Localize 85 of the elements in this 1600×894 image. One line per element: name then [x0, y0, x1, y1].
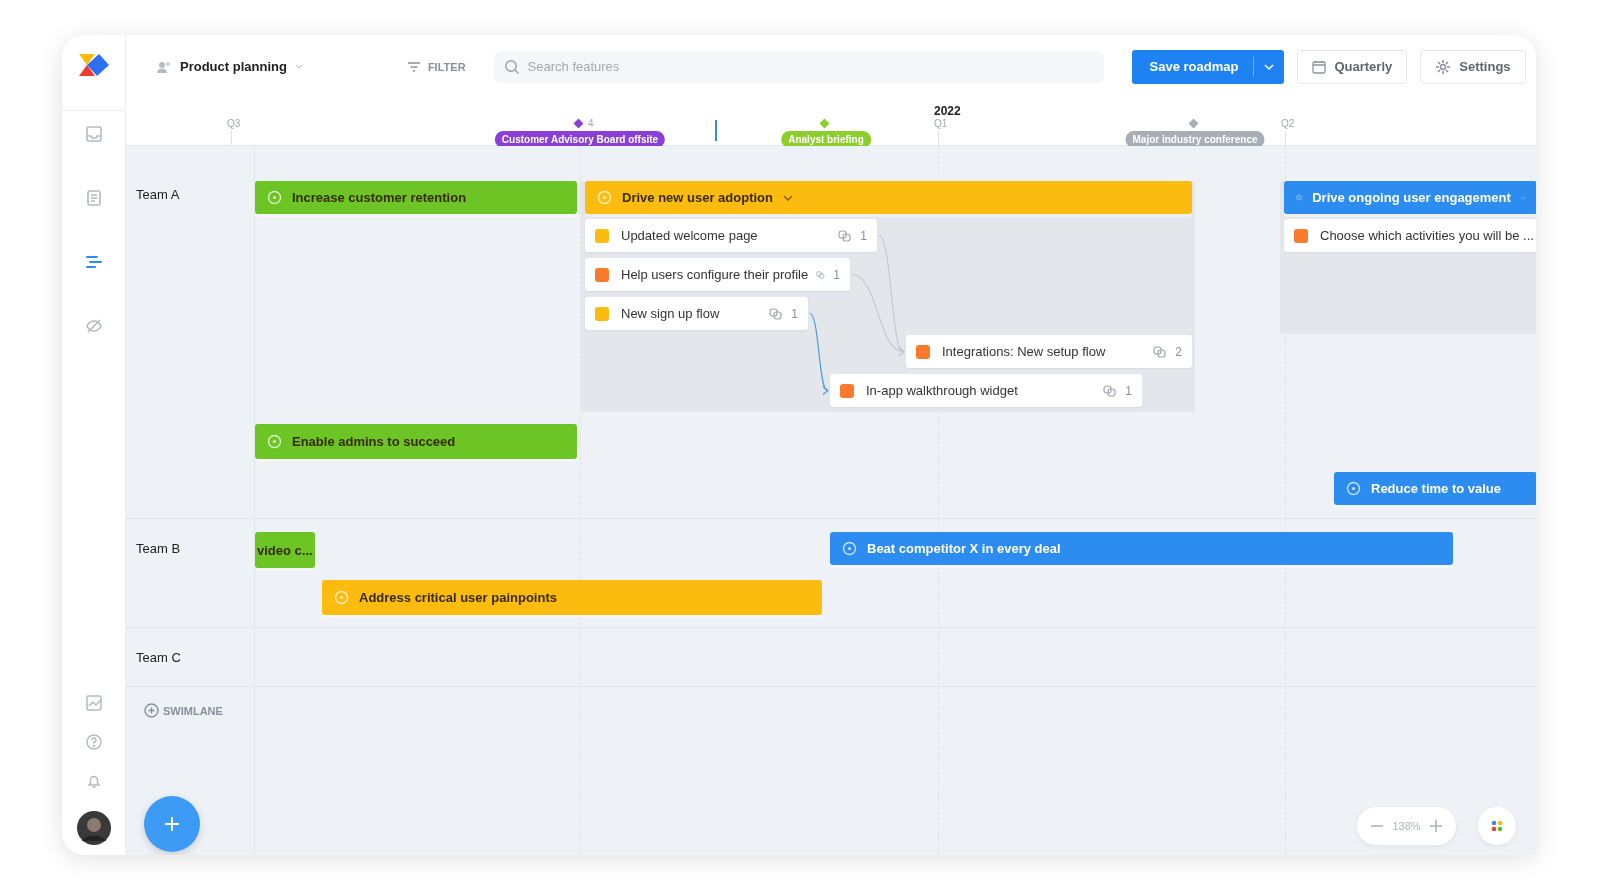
- link-count: 1: [791, 306, 798, 321]
- plus-circle-icon: [144, 703, 159, 718]
- objective-title: Beat competitor X in every deal: [867, 541, 1061, 556]
- target-icon: [267, 190, 282, 205]
- apps-icon: [1491, 820, 1503, 832]
- people-icon: [156, 59, 172, 74]
- feature-title: Help users configure their profile: [621, 267, 809, 282]
- target-icon: [597, 190, 612, 205]
- chevron-down-icon[interactable]: [783, 194, 793, 201]
- chevron-down-icon: [1264, 63, 1275, 70]
- link-count: 1: [1125, 383, 1132, 398]
- settings-icon: [1435, 58, 1452, 75]
- feature-card[interactable]: Help users configure their profile 1: [585, 258, 850, 291]
- plus-icon: [164, 816, 180, 832]
- feature-title: In-app walkthrough widget: [866, 383, 1019, 398]
- chevron-down-icon[interactable]: [1520, 194, 1525, 201]
- caret-icon: [294, 64, 303, 69]
- objective-bar[interactable]: video c...: [255, 532, 315, 568]
- objective-title: video c...: [257, 542, 313, 558]
- search-icon: [503, 58, 520, 75]
- link-icon: [769, 307, 784, 320]
- settings-button[interactable]: Settings: [1420, 49, 1526, 84]
- link-icon: [1103, 384, 1118, 397]
- link-icon: [838, 229, 853, 242]
- feature-title: New sign up flow: [621, 306, 721, 321]
- quarter-label: 4: [588, 118, 594, 129]
- feature-card[interactable]: New sign up flow 1: [585, 297, 808, 330]
- objective-bar[interactable]: Increase customer retention: [255, 181, 577, 214]
- target-icon: [334, 590, 349, 605]
- target-icon: [1346, 481, 1361, 496]
- objective-bar[interactable]: Address critical user painpoints: [322, 580, 822, 615]
- link-icon: [816, 268, 826, 281]
- search-field[interactable]: Search features: [493, 50, 1104, 83]
- link-count: 1: [833, 267, 840, 282]
- link-icon: [1153, 345, 1168, 358]
- filter-icon: [406, 60, 421, 73]
- feature-title: Choose which activities you will be ...: [1320, 228, 1534, 243]
- quarter-label: Q3: [227, 118, 241, 129]
- logo-icon[interactable]: [76, 52, 111, 78]
- calendar-icon: [1312, 59, 1327, 74]
- feature-card[interactable]: Integrations: New setup flow 2: [906, 335, 1192, 368]
- milestone-icon[interactable]: [573, 118, 584, 129]
- target-icon: [842, 541, 857, 556]
- zoom-in-button[interactable]: [1429, 820, 1442, 832]
- minus-icon: [1371, 825, 1384, 827]
- hidden-icon[interactable]: [84, 317, 103, 335]
- feature-card[interactable]: Updated welcome page 1: [585, 219, 877, 252]
- help-icon[interactable]: [84, 733, 103, 751]
- view-button[interactable]: Quarterly: [1297, 49, 1408, 84]
- link-count: 2: [1175, 344, 1182, 359]
- apps-button[interactable]: [1478, 807, 1516, 845]
- add-button[interactable]: [144, 796, 200, 852]
- document-icon[interactable]: [84, 189, 103, 207]
- objective-bar[interactable]: Drive ongoing user engagement: [1284, 181, 1536, 214]
- chart-icon[interactable]: [84, 694, 103, 712]
- workspace-dropdown[interactable]: Product planning: [156, 59, 303, 74]
- today-marker: [715, 120, 717, 141]
- quarter-label: Q1: [934, 118, 948, 129]
- objective-title: Enable admins to succeed: [292, 434, 456, 449]
- objective-bar[interactable]: Enable admins to succeed: [255, 424, 577, 459]
- inbox-icon[interactable]: [84, 125, 103, 143]
- objective-bar[interactable]: Reduce time to value: [1334, 472, 1536, 505]
- quarter-label: Q2: [1281, 118, 1295, 129]
- feature-card[interactable]: Choose which activities you will be ...: [1284, 219, 1536, 252]
- objective-bar[interactable]: Drive new user adoption: [585, 181, 1192, 214]
- swimlane-label[interactable]: Team B: [136, 541, 181, 556]
- avatar[interactable]: [76, 811, 111, 845]
- swimlane-label[interactable]: Team A: [136, 187, 180, 202]
- objective-title: Increase customer retention: [292, 190, 467, 205]
- target-icon: [267, 434, 282, 449]
- feature-card[interactable]: In-app walkthrough widget 1: [830, 374, 1142, 407]
- save-roadmap-button[interactable]: Save roadmap: [1131, 49, 1254, 84]
- objective-title: Address critical user painpoints: [359, 590, 557, 605]
- feature-title: Integrations: New setup flow: [942, 344, 1107, 359]
- objective-title: Reduce time to value: [1371, 481, 1502, 496]
- link-count: 1: [860, 228, 867, 243]
- swimlane-label[interactable]: Team C: [136, 650, 181, 665]
- objective-title: Drive new user adoption: [622, 190, 773, 205]
- plus-icon: [1429, 820, 1442, 832]
- roadmap-icon[interactable]: [84, 253, 103, 271]
- objective-bar[interactable]: Beat competitor X in every deal: [830, 532, 1453, 565]
- objective-title: Drive ongoing user engagement: [1312, 190, 1511, 205]
- feature-title: Updated welcome page: [621, 228, 759, 243]
- year-label: 2022: [934, 104, 961, 118]
- zoom-level: 138%: [1392, 820, 1421, 832]
